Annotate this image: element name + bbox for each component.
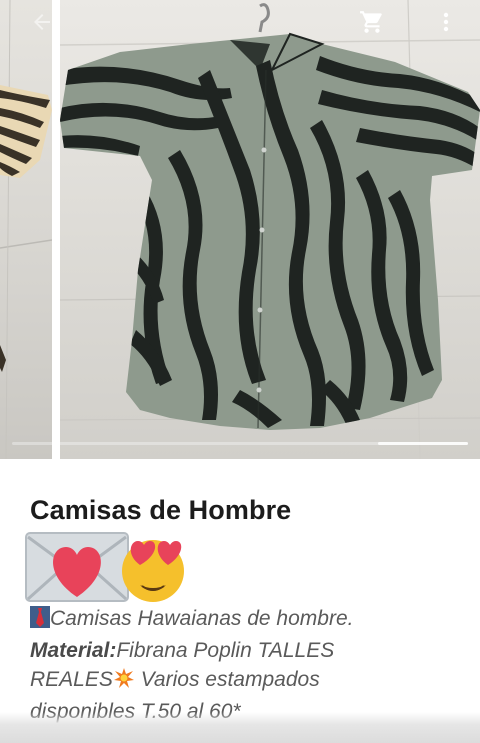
product-details: Camisas de Hombre Camisas Hawaianas de h… <box>0 459 480 743</box>
arrow-left-icon[interactable] <box>26 6 58 38</box>
gallery-divider <box>52 0 60 459</box>
collision-icon <box>113 667 135 697</box>
previous-product-photo[interactable] <box>0 0 52 459</box>
bottom-shadow <box>0 712 480 743</box>
product-image-gallery[interactable] <box>0 0 480 459</box>
shopping-cart-icon[interactable] <box>356 6 388 38</box>
necktie-icon <box>30 606 50 636</box>
love-letter-emoji <box>24 529 130 610</box>
material-label: Material: <box>30 639 117 662</box>
emoji-row <box>24 529 194 605</box>
material-text: Fibrana Poplin TALLES <box>116 639 335 662</box>
product-title: Camisas de Hombre <box>30 495 292 525</box>
description-line-1: Camisas Hawaianas de hombre. <box>50 607 354 630</box>
gallery-scroll-indicator <box>378 442 468 445</box>
heart-eyes-emoji <box>118 535 188 610</box>
product-description: Camisas Hawaianas de hombre. Material:Fi… <box>30 604 460 726</box>
more-vertical-icon[interactable] <box>430 6 462 38</box>
description-line-3-rest: Varios estampados <box>134 668 320 691</box>
current-product-photo[interactable] <box>60 0 480 459</box>
description-line-3: REALES <box>30 668 113 691</box>
